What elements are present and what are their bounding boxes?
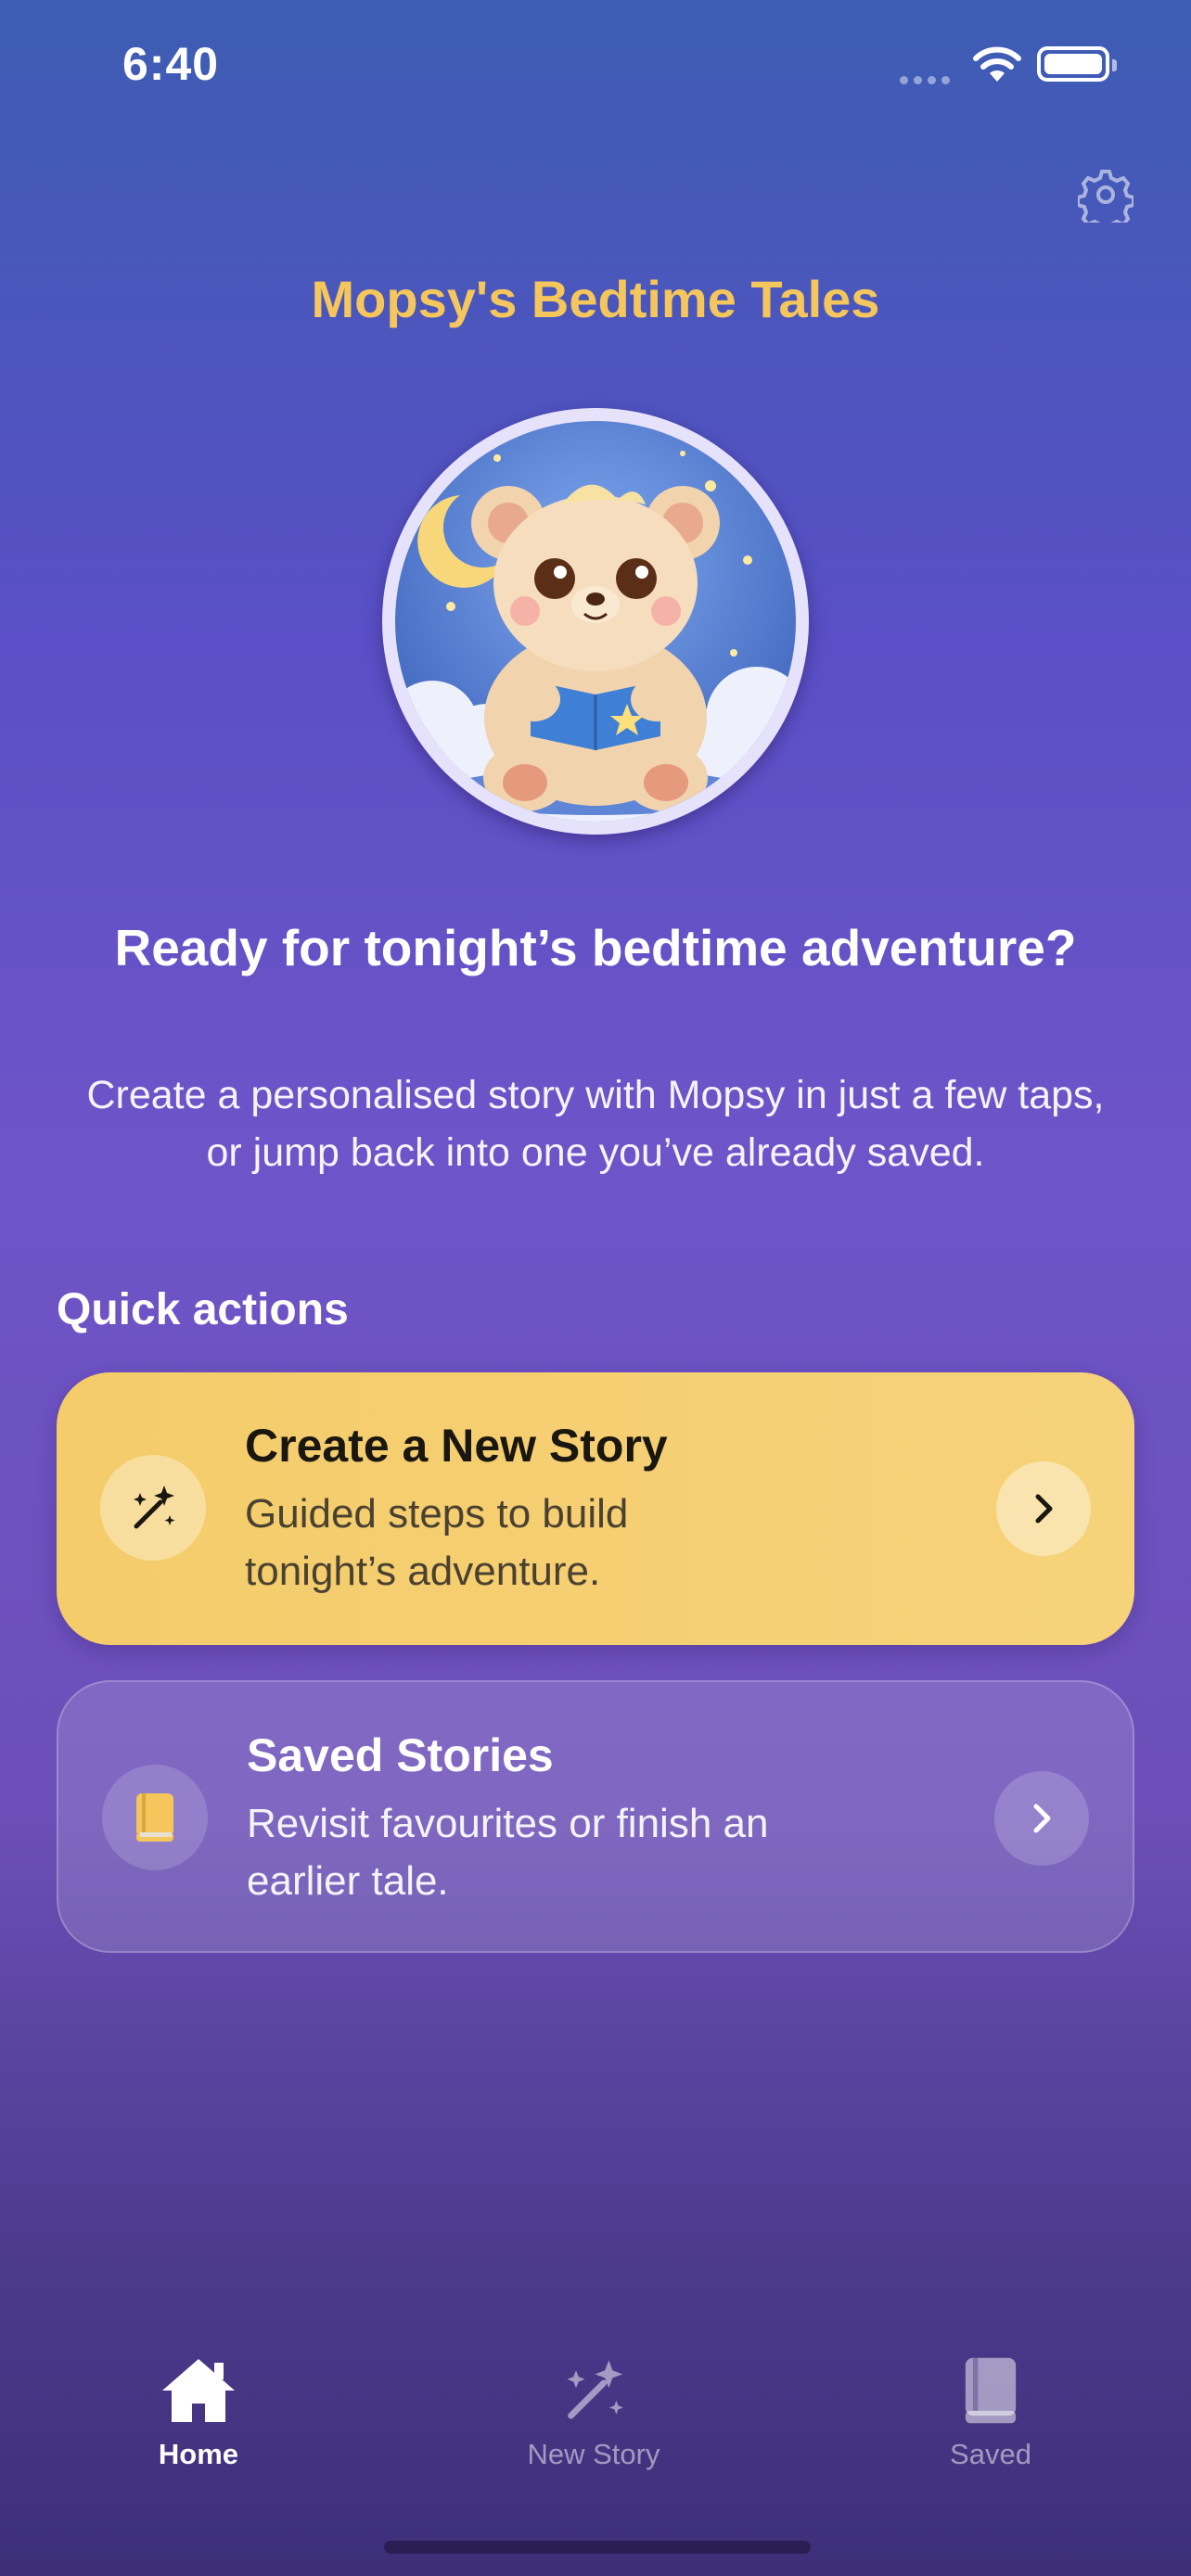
book-icon (102, 1765, 208, 1870)
tab-label: Home (158, 2438, 239, 2470)
gear-icon[interactable] (1076, 167, 1135, 233)
home-indicator[interactable] (384, 2541, 811, 2554)
hero-subtext-line: Create a personalised story with Mopsy i… (86, 1073, 1105, 1117)
app-title: Mopsy's Bedtime Tales (311, 270, 880, 328)
wifi-icon (972, 46, 1022, 88)
house-icon (78, 2355, 319, 2430)
chevron-right-icon (996, 1461, 1091, 1556)
hero-headline: Ready for tonight’s bedtime adventure? (114, 919, 1077, 976)
create-new-story-card[interactable]: Create a New Story Guided steps to build… (57, 1372, 1134, 1645)
book-icon (870, 2355, 1111, 2430)
tab-label: New Story (527, 2438, 660, 2470)
magic-wand-icon (100, 1455, 206, 1561)
tab-new-story[interactable]: New Story (473, 2355, 714, 2471)
chevron-right-icon (994, 1771, 1089, 1866)
card-description-line: earlier tale. (247, 1858, 449, 1904)
card-description-line: tonight’s adventure. (245, 1549, 601, 1594)
hero-subtext: Create a personalised story with Mopsy i… (37, 1066, 1154, 1181)
tab-saved[interactable]: Saved (870, 2355, 1111, 2471)
card-description-line: Guided steps to build (245, 1491, 629, 1537)
status-time: 6:40 (122, 38, 220, 90)
mascot-avatar (382, 408, 809, 835)
card-description: Revisit favourites or finish an earlier … (247, 1795, 877, 1910)
tab-home[interactable]: Home (78, 2355, 319, 2471)
card-title: Saved Stories (247, 1729, 554, 1781)
saved-stories-card[interactable]: Saved Stories Revisit favourites or fini… (57, 1680, 1134, 1953)
card-description: Guided steps to build tonight’s adventur… (245, 1486, 876, 1600)
quick-actions-label: Quick actions (57, 1285, 349, 1334)
card-description-line: Revisit favourites or finish an (247, 1801, 769, 1846)
magic-wand-icon (473, 2355, 714, 2430)
card-title: Create a New Story (245, 1420, 668, 1472)
hero-subtext-line: or jump back into one you’ve already sav… (206, 1130, 985, 1175)
battery-icon (1037, 46, 1117, 82)
cellular-signal-icon (900, 72, 955, 89)
tab-label: Saved (950, 2438, 1031, 2470)
